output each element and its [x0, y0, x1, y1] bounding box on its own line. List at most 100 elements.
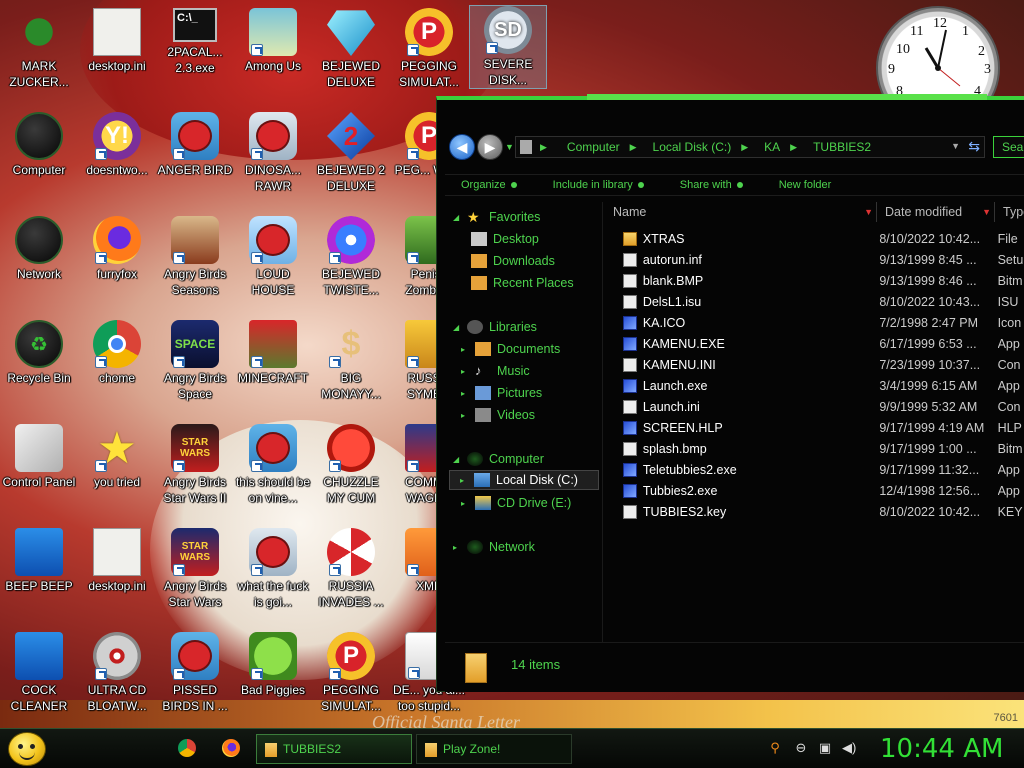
chrome-pinned-icon[interactable]: [178, 739, 196, 757]
desktop-icon[interactable]: P PEGGING SIMULAT...: [390, 8, 468, 90]
desktop-icon[interactable]: ♻ Recycle Bin: [0, 320, 78, 386]
desktop-icon[interactable]: BEEP BEEP: [0, 528, 78, 594]
desktop-icon-selected[interactable]: SD SEVERE DISK...: [469, 5, 547, 89]
nav-desktop[interactable]: Desktop: [471, 229, 539, 249]
column-header-date-modified[interactable]: Date modified ▼: [877, 202, 995, 222]
folder-icon: [265, 743, 277, 757]
status-tray-icon[interactable]: ⊖: [794, 741, 808, 755]
desktop-icon[interactable]: Among Us: [234, 8, 312, 74]
breadcrumb-computer[interactable]: Computer: [567, 140, 620, 154]
nav-cd-drive-e[interactable]: ▸ CD Drive (E:): [461, 493, 571, 513]
desktop-icon[interactable]: C:\_ 2PACAL... 2.3.exe: [156, 8, 234, 76]
videos-icon: [475, 408, 491, 422]
taskbar-clock[interactable]: 10:44 AM: [880, 734, 1003, 764]
file-row[interactable]: blank.BMP 9/13/1999 8:46 ... Bitm: [605, 270, 1024, 291]
desktop-icon[interactable]: Bad Piggies: [234, 632, 312, 698]
taskbar-button-tubbies2[interactable]: TUBBIES2: [256, 734, 412, 764]
file-row[interactable]: Tubbies2.exe 12/4/1998 12:56... App: [605, 480, 1024, 501]
address-bar[interactable]: ▶ Computer ▶ Local Disk (C:) ▶ KA ▶ TUBB…: [515, 136, 985, 158]
desktop-icon[interactable]: Network: [0, 216, 78, 282]
desktop-icon[interactable]: Y! doesntwo...: [78, 112, 156, 178]
breadcrumb-tubbies2[interactable]: TUBBIES2: [813, 140, 871, 154]
include-in-library-button[interactable]: Include in library: [553, 179, 644, 191]
volume-tray-icon[interactable]: ◀): [842, 741, 856, 755]
nav-downloads[interactable]: Downloads: [471, 251, 555, 271]
file-row[interactable]: KAMENU.EXE 6/17/1999 6:53 ... App: [605, 333, 1024, 354]
desktop-icon[interactable]: chome: [78, 320, 156, 386]
radiation-icon: [327, 528, 375, 576]
firefox-pinned-icon[interactable]: [222, 739, 240, 757]
nav-recent-places[interactable]: Recent Places: [471, 273, 574, 293]
file-row[interactable]: autorun.inf 9/13/1999 8:45 ... Setu: [605, 249, 1024, 270]
file-row[interactable]: KA.ICO 7/2/1998 2:47 PM Icon: [605, 312, 1024, 333]
file-row[interactable]: splash.bmp 9/17/1999 1:00 ... Bitm: [605, 438, 1024, 459]
pictures-icon: [475, 386, 491, 400]
file-row[interactable]: Launch.exe 3/4/1999 6:15 AM App: [605, 375, 1024, 396]
nav-libraries[interactable]: ◢ Libraries: [453, 317, 537, 337]
nav-documents[interactable]: ▸ Documents: [461, 339, 560, 359]
desktop-icon[interactable]: ANGER BIRD: [156, 112, 234, 178]
desktop-icon[interactable]: RUSSIA INVADES ...: [312, 528, 390, 610]
search-tray-icon[interactable]: ⚲: [768, 741, 782, 755]
chuzzle-icon: [327, 424, 375, 472]
desktop-icon[interactable]: ULTRA CD BLOATW...: [78, 632, 156, 714]
desktop-icon[interactable]: MARK ZUCKER...: [0, 8, 78, 90]
search-input[interactable]: Search: [993, 136, 1024, 158]
file-row[interactable]: DelsL1.isu 8/10/2022 10:43... ISU: [605, 291, 1024, 312]
desktop-icon[interactable]: desktop.ini: [78, 528, 156, 594]
desktop-icon[interactable]: 2 BEJEWED 2 DELUXE: [312, 112, 390, 194]
nav-computer[interactable]: ◢ Computer: [453, 449, 544, 469]
network-tray-icon[interactable]: ▣: [818, 741, 832, 755]
desktop-icon[interactable]: furryfox: [78, 216, 156, 282]
nav-pictures[interactable]: ▸ Pictures: [461, 383, 542, 403]
desktop-icon[interactable]: this should be on vine...: [234, 424, 312, 506]
nav-network[interactable]: ▸ Network: [453, 537, 535, 557]
file-row[interactable]: KAMENU.INI 7/23/1999 10:37... Con: [605, 354, 1024, 375]
desktop-icon[interactable]: LOUD HOUSE: [234, 216, 312, 298]
desktop-icon[interactable]: Control Panel: [0, 424, 78, 490]
desktop-icon[interactable]: Computer: [0, 112, 78, 178]
forward-button[interactable]: ▶: [477, 134, 503, 160]
nav-favorites[interactable]: ◢ ★ Favorites: [453, 207, 540, 227]
desktop-icon[interactable]: STAR WARS Angry Birds Star Wars II: [156, 424, 234, 506]
breadcrumb-ka[interactable]: KA: [764, 140, 780, 154]
address-dropdown-icon[interactable]: ▼: [951, 141, 960, 151]
file-row[interactable]: Launch.ini 9/9/1999 5:32 AM Con: [605, 396, 1024, 417]
organize-button[interactable]: Organize: [461, 179, 517, 191]
desktop-icon: [471, 232, 487, 246]
desktop-icon[interactable]: $ BIG MONAYY...: [312, 320, 390, 402]
desktop-icon[interactable]: CHUZZLE MY CUM: [312, 424, 390, 506]
desktop-icon[interactable]: DINOSA... RAWR: [234, 112, 312, 194]
desktop-icon[interactable]: SPACE Angry Birds Space: [156, 320, 234, 402]
desktop-icon[interactable]: COCK CLEANER: [0, 632, 78, 714]
refresh-icon[interactable]: ⇆: [968, 138, 980, 155]
start-button[interactable]: [8, 732, 46, 766]
desktop-icon[interactable]: BEJEWED TWISTE...: [312, 216, 390, 298]
new-folder-button[interactable]: New folder: [779, 179, 832, 191]
desktop-icon[interactable]: STAR WARS Angry Birds Star Wars: [156, 528, 234, 610]
desktop-icon[interactable]: P PEGGING SIMULAT...: [312, 632, 390, 714]
desktop-icon[interactable]: what the fuck is goi...: [234, 528, 312, 610]
breadcrumb-local-disk[interactable]: Local Disk (C:): [653, 140, 732, 154]
desktop-icon[interactable]: PISSED BIRDS IN ...: [156, 632, 234, 714]
back-button[interactable]: ◀: [449, 134, 475, 160]
recent-pages-dropdown-icon[interactable]: ▼: [505, 142, 514, 152]
nav-music[interactable]: ▸ ♪ Music: [461, 361, 530, 381]
taskbar-button-play-zone[interactable]: Play Zone!: [416, 734, 572, 764]
file-row[interactable]: TUBBIES2.key 8/10/2022 10:42... KEY: [605, 501, 1024, 522]
desktop-icon[interactable]: BEJEWED DELUXE: [312, 8, 390, 90]
desktop-icon[interactable]: MINECRAFT: [234, 320, 312, 386]
file-row[interactable]: SCREEN.HLP 9/17/1999 4:19 AM HLP: [605, 417, 1024, 438]
column-header-type[interactable]: Type: [995, 202, 1024, 222]
share-with-button[interactable]: Share with: [680, 179, 743, 191]
desktop-icon[interactable]: ★ you tried: [78, 424, 156, 490]
column-header-name[interactable]: Name ▼: [605, 202, 877, 222]
nav-local-disk-c[interactable]: ▸ Local Disk (C:): [449, 470, 599, 490]
desktop-icon[interactable]: Angry Birds Seasons: [156, 216, 234, 298]
explorer-window[interactable]: ◀ ▶ ▼ ▶ Computer ▶ Local Disk (C:) ▶ KA …: [436, 94, 1024, 692]
file-row[interactable]: Teletubbies2.exe 9/17/1999 11:32... App: [605, 459, 1024, 480]
desktop-icon[interactable]: desktop.ini: [78, 8, 156, 74]
file-row[interactable]: XTRAS 8/10/2022 10:42... File: [605, 228, 1024, 249]
nav-videos[interactable]: ▸ Videos: [461, 405, 535, 425]
application-icon: [623, 483, 637, 498]
